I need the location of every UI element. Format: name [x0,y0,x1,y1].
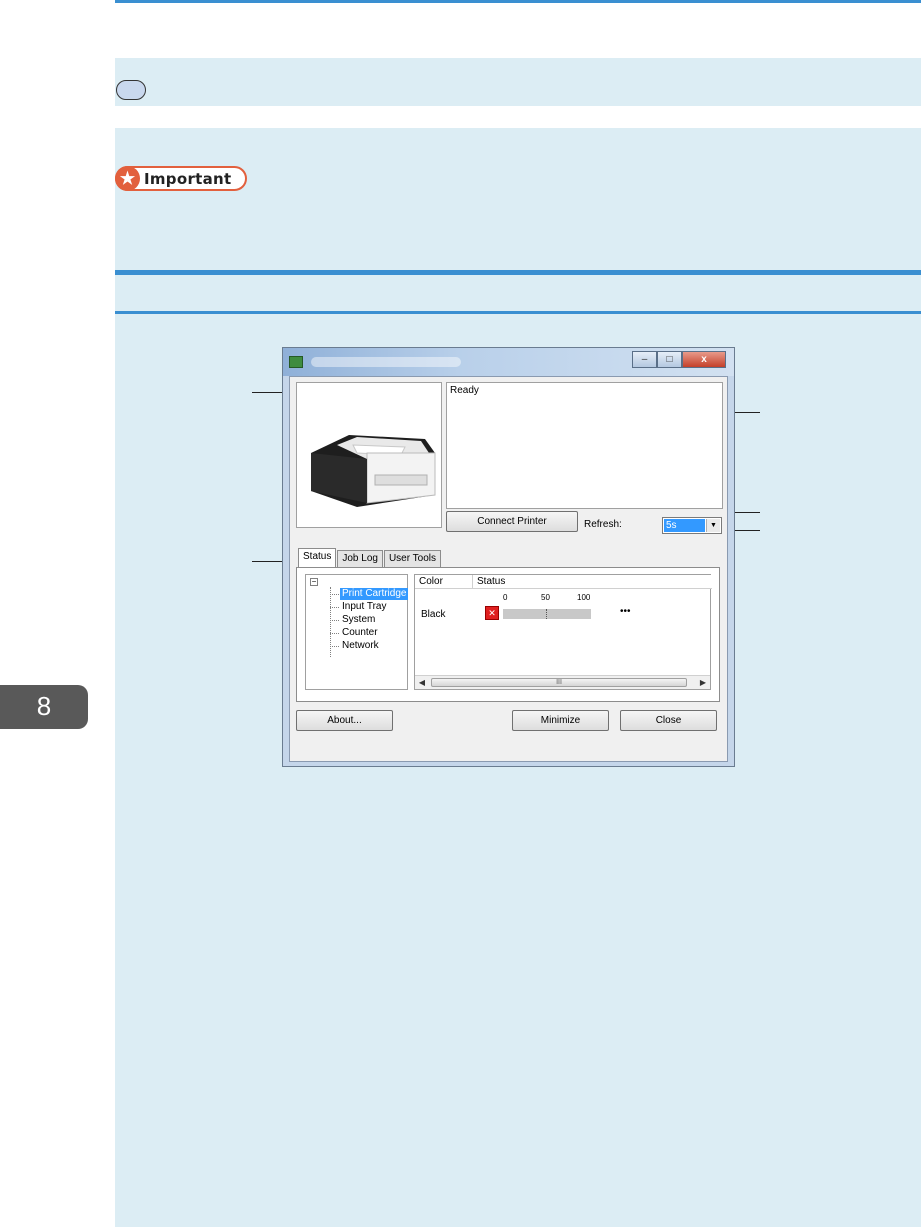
manual-page: ★ Important 8 – □ x Ready Connect Printe… [0,0,921,1227]
important-badge: ★ Important [115,166,247,191]
tree-item-input-tray[interactable]: Input Tray [340,601,388,613]
minimize-button[interactable]: Minimize [512,710,609,731]
scale-label-50: 50 [541,593,550,602]
tree-item-network[interactable]: Network [340,640,381,652]
window-titlebar: – □ x [283,348,734,376]
chapter-tab: 8 [0,685,88,729]
cartridge-warning-icon: ✕ [485,606,499,620]
toner-level-midmark [546,609,547,619]
tree-item-system[interactable]: System [340,614,377,626]
refresh-interval-value: 5s [664,519,705,532]
tree-line [330,594,339,595]
status-monitor-window: – □ x Ready Connect Printer Refresh: 5s … [282,347,735,767]
section-rule-top [115,270,921,275]
scroll-right-icon[interactable]: ▶ [696,676,710,689]
scale-label-100: 100 [577,593,591,602]
chevron-down-icon[interactable]: ▼ [706,519,720,532]
maximize-window-button[interactable]: □ [657,351,682,368]
close-window-button[interactable]: x [682,351,726,368]
note-band [115,58,921,106]
cartridge-status-list[interactable]: Color Status 0 50 100 Black ✕ ••• ◀ III [414,574,712,690]
star-icon: ★ [115,166,140,191]
tree-line [330,607,339,608]
section-rule-bottom [115,311,921,314]
row-remaining: ••• [620,606,631,617]
row-color-name: Black [421,609,446,620]
scroll-left-icon[interactable]: ◀ [415,676,429,689]
tree-line [330,633,339,634]
important-label: Important [144,169,232,188]
about-button[interactable]: About... [296,710,393,731]
chapter-number: 8 [36,691,52,721]
tab-status[interactable]: Status [298,548,337,567]
note-icon [116,80,146,100]
horizontal-scrollbar[interactable]: ◀ III ▶ [415,675,710,689]
status-tab-panel: − Print Cartridge Input Tray System Coun… [296,567,720,702]
tree-line [330,646,339,647]
tab-user-tools[interactable]: User Tools [383,550,442,567]
close-button[interactable]: Close [620,710,717,731]
top-rule [115,0,921,3]
scale-label-0: 0 [503,593,508,602]
printer-illustration [311,435,436,507]
tree-collapse-toggle[interactable]: − [310,578,318,586]
column-header-color[interactable]: Color [415,575,473,589]
scroll-thumb[interactable]: III [431,678,687,687]
column-header-status[interactable]: Status [473,575,712,589]
toner-level-bar [503,609,591,619]
printer-image [296,382,442,528]
tab-strip: Status Job Log User Tools [298,548,442,567]
refresh-label: Refresh: [584,519,622,530]
tree-line [330,620,339,621]
status-tree[interactable]: − Print Cartridge Input Tray System Coun… [305,574,409,690]
window-title [311,357,461,367]
window-client-area: Ready Connect Printer Refresh: 5s ▼ Stat… [289,376,728,762]
connect-printer-button[interactable]: Connect Printer [446,511,578,532]
printer-app-icon [289,356,303,368]
status-message-area: Ready [446,382,723,509]
tab-job-log[interactable]: Job Log [337,550,383,567]
minimize-window-button[interactable]: – [632,351,657,368]
tree-item-print-cartridge[interactable]: Print Cartridge [340,588,409,600]
refresh-interval-select[interactable]: 5s ▼ [662,517,722,534]
tree-item-counter[interactable]: Counter [340,627,380,639]
status-text: Ready [450,385,479,396]
